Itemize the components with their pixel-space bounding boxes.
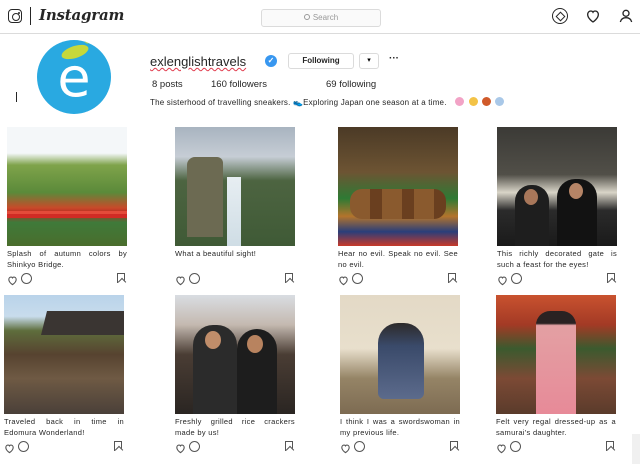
bio-text: The sisterhood of travelling sneakers. 👟…	[150, 98, 447, 107]
verified-badge-icon: ✓	[265, 55, 277, 67]
post-caption: Felt very regal dressed-up as a samurai'…	[496, 417, 616, 437]
followers-count[interactable]: 160 followers	[211, 79, 326, 90]
more-options-icon[interactable]: ···	[389, 53, 399, 65]
post-caption: Hear no evil. Speak no evil. See no evil…	[338, 249, 458, 269]
heart-icon[interactable]	[585, 8, 601, 24]
post-card[interactable]: This richly decorated gate is such a fea…	[497, 127, 617, 287]
face	[524, 189, 538, 205]
letter-e-logo: e	[57, 46, 91, 109]
post-photo-decorated-gate[interactable]	[497, 127, 617, 246]
comment-icon[interactable]	[354, 441, 365, 452]
like-heart-icon[interactable]	[496, 441, 507, 454]
post-photo-swordswoman[interactable]	[340, 295, 460, 414]
roof	[41, 311, 124, 335]
avatar[interactable]: e	[37, 40, 111, 114]
bookmark-icon[interactable]	[450, 441, 458, 451]
instagram-logo-icon[interactable]	[8, 9, 22, 23]
snowflake-emoji-icon	[495, 97, 505, 106]
like-heart-icon[interactable]	[7, 273, 18, 286]
post-photo-three-monkeys[interactable]	[338, 127, 458, 246]
post-caption: Traveled back in time in Edomura Wonderl…	[4, 417, 124, 437]
compass-icon[interactable]	[552, 8, 568, 24]
post-actions	[175, 273, 295, 287]
monkey-carving	[350, 189, 446, 219]
post-actions	[496, 441, 616, 455]
text-cursor	[16, 92, 17, 102]
post-actions	[4, 441, 124, 455]
scrollbar[interactable]	[632, 434, 640, 464]
like-heart-icon[interactable]	[175, 273, 186, 286]
post-card[interactable]: What a beautiful sight!	[175, 127, 295, 287]
post-photo-waterfall[interactable]	[175, 127, 295, 246]
kimono	[536, 311, 576, 414]
comment-icon[interactable]	[21, 273, 32, 284]
post-actions	[175, 441, 295, 455]
comment-icon[interactable]	[18, 441, 29, 452]
sun-emoji-icon	[468, 97, 478, 106]
post-actions	[497, 273, 617, 287]
cherry-blossom-emoji-icon	[455, 97, 465, 106]
profile-icon[interactable]	[618, 8, 634, 24]
instagram-wordmark[interactable]: Instagram	[39, 6, 124, 24]
post-photo-rice-crackers[interactable]	[175, 295, 295, 414]
posts-count: 8 posts	[152, 79, 183, 90]
bookmark-icon[interactable]	[285, 273, 293, 283]
cliff	[187, 157, 223, 237]
post-actions	[338, 273, 458, 287]
like-heart-icon[interactable]	[340, 441, 351, 454]
like-heart-icon[interactable]	[338, 273, 349, 286]
search-placeholder: Search	[312, 13, 339, 22]
search-input[interactable]: Search	[261, 9, 381, 27]
following-count[interactable]: 69 following	[326, 79, 376, 90]
post-card[interactable]: Splash of autumn colors by Shinkyo Bridg…	[7, 127, 127, 287]
bookmark-icon[interactable]	[607, 273, 615, 283]
comment-icon[interactable]	[511, 273, 522, 284]
bookmark-icon[interactable]	[114, 441, 122, 451]
person	[378, 323, 424, 399]
comment-icon[interactable]	[189, 273, 200, 284]
post-caption: I think I was a swordswoman in my previo…	[340, 417, 460, 437]
comment-icon[interactable]	[510, 441, 521, 452]
top-navigation-bar: Instagram Search	[0, 0, 640, 34]
like-heart-icon[interactable]	[4, 441, 15, 454]
nav-icons	[552, 8, 634, 24]
post-caption: Freshly grilled rice crackers made by us…	[175, 417, 295, 437]
post-caption: What a beautiful sight!	[175, 249, 257, 258]
post-photo-samurai-daughter[interactable]	[496, 295, 616, 414]
face	[247, 335, 263, 353]
like-heart-icon[interactable]	[497, 273, 508, 286]
profile-username: exlenglishtravels	[150, 54, 247, 69]
post-card[interactable]: Hear no evil. Speak no evil. See no evil…	[338, 127, 458, 287]
red-bridge	[7, 211, 127, 218]
profile-bio: The sisterhood of travelling sneakers. 👟…	[150, 97, 505, 107]
waterfall	[227, 177, 241, 246]
bookmark-icon[interactable]	[117, 273, 125, 283]
comment-icon[interactable]	[189, 441, 200, 452]
profile-stats: 8 posts 160 followers 69 following	[152, 79, 376, 90]
bookmark-icon[interactable]	[448, 273, 456, 283]
post-photo-shinkyo-bridge[interactable]	[7, 127, 127, 246]
like-heart-icon[interactable]	[175, 441, 186, 454]
post-caption: This richly decorated gate is such a fea…	[497, 249, 617, 269]
post-actions	[7, 273, 127, 287]
post-card[interactable]: Felt very regal dressed-up as a samurai'…	[496, 295, 616, 455]
post-actions	[340, 441, 460, 455]
face	[205, 331, 221, 349]
suggestions-dropdown-button[interactable]: ▾	[359, 53, 379, 69]
post-card[interactable]: Traveled back in time in Edomura Wonderl…	[4, 295, 124, 455]
comment-icon[interactable]	[352, 273, 363, 284]
face	[569, 183, 583, 199]
maple-leaf-emoji-icon	[481, 97, 491, 106]
following-button[interactable]: Following	[288, 53, 354, 69]
bookmark-icon[interactable]	[285, 441, 293, 451]
nav-divider	[30, 7, 31, 25]
post-card[interactable]: Freshly grilled rice crackers made by us…	[175, 295, 295, 455]
post-caption: Splash of autumn colors by Shinkyo Bridg…	[7, 249, 127, 269]
bookmark-icon[interactable]	[606, 441, 614, 451]
search-icon	[303, 14, 310, 20]
post-card[interactable]: I think I was a swordswoman in my previo…	[340, 295, 460, 455]
post-photo-edomura-street[interactable]	[4, 295, 124, 414]
